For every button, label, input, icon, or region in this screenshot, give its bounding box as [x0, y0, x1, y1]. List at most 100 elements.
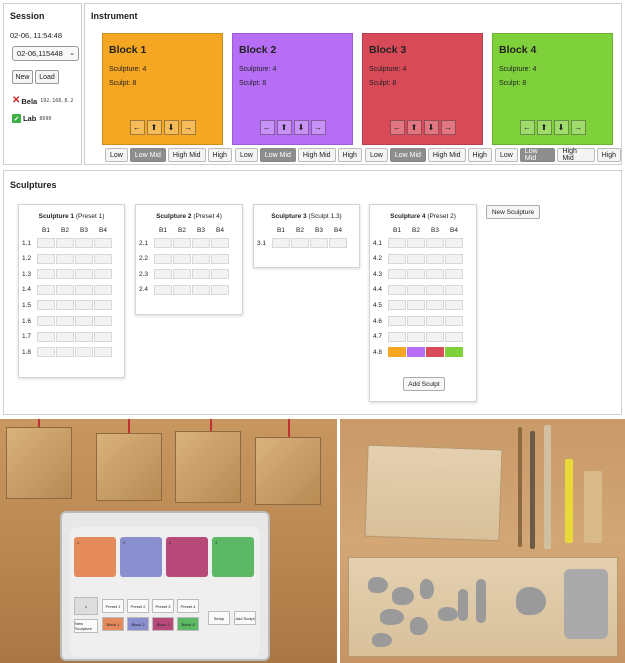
sculpt-cell[interactable]: [426, 284, 444, 295]
level-low-button[interactable]: Low: [105, 148, 128, 162]
arrow-left-icon[interactable]: ←: [389, 120, 405, 135]
sculpt-cell[interactable]: [94, 253, 112, 264]
sculpt-cell[interactable]: [426, 331, 444, 342]
arrow-right-icon[interactable]: →: [570, 120, 586, 135]
sculpt-cell[interactable]: [94, 238, 112, 248]
sculpt-cell[interactable]: [154, 253, 172, 264]
sculpt-cell[interactable]: [56, 269, 74, 280]
level-high-mid-button[interactable]: High Mid: [297, 148, 336, 162]
arrow-left-icon[interactable]: ←: [519, 120, 535, 135]
load-session-button[interactable]: Load: [35, 70, 59, 84]
sculpt-cell[interactable]: [154, 238, 172, 248]
sculpt-cell[interactable]: [426, 316, 444, 326]
session-select[interactable]: 02-06,115448 ⌄: [12, 46, 79, 61]
sculpt-cell[interactable]: [154, 269, 172, 280]
sculpt-cell[interactable]: [426, 253, 444, 264]
sculpt-cell[interactable]: [272, 238, 290, 248]
sculpt-cell[interactable]: [445, 331, 463, 342]
sculpt-cell[interactable]: [445, 238, 463, 248]
level-high-mid-button[interactable]: High Mid: [167, 148, 206, 162]
sculpt-cell[interactable]: [407, 238, 425, 248]
sculpt-cell[interactable]: [37, 238, 55, 248]
sculpt-cell[interactable]: [56, 284, 74, 295]
sculpt-cell[interactable]: [37, 300, 55, 311]
arrow-up-icon[interactable]: ⬆: [536, 120, 552, 135]
sculpt-cell[interactable]: [173, 269, 191, 280]
arrow-right-icon[interactable]: →: [180, 120, 196, 135]
level-low-button[interactable]: Low: [235, 148, 258, 162]
sculpt-cell[interactable]: [173, 238, 191, 248]
level-high-mid-button[interactable]: High Mid: [427, 148, 466, 162]
sculpt-cell[interactable]: [445, 284, 463, 295]
sculpt-cell[interactable]: [56, 300, 74, 311]
sculpt-cell[interactable]: [445, 269, 463, 280]
new-session-button[interactable]: New: [12, 70, 33, 84]
arrow-up-icon[interactable]: ⬆: [406, 120, 422, 135]
sculpt-cell[interactable]: [426, 347, 444, 358]
level-low-mid-button[interactable]: Low Mid: [129, 148, 166, 162]
sculpt-cell[interactable]: [56, 347, 74, 358]
sculpt-cell[interactable]: [56, 253, 74, 264]
sculpt-cell[interactable]: [37, 331, 55, 342]
sculpt-cell[interactable]: [211, 238, 229, 248]
sculpt-cell[interactable]: [426, 300, 444, 311]
sculpt-cell[interactable]: [192, 238, 210, 248]
sculpt-cell[interactable]: [75, 284, 93, 295]
arrow-up-icon[interactable]: ⬆: [276, 120, 292, 135]
level-low-button[interactable]: Low: [365, 148, 388, 162]
arrow-left-icon[interactable]: ←: [259, 120, 275, 135]
sculpt-cell[interactable]: [56, 316, 74, 326]
new-sculpture-button[interactable]: New Sculpture: [486, 205, 540, 219]
sculpt-cell[interactable]: [407, 269, 425, 280]
sculpt-cell[interactable]: [75, 300, 93, 311]
sculpt-cell[interactable]: [388, 269, 406, 280]
sculpt-cell[interactable]: [173, 253, 191, 264]
sculpt-cell[interactable]: [388, 284, 406, 295]
sculpt-cell[interactable]: [445, 253, 463, 264]
sculpt-cell[interactable]: [75, 269, 93, 280]
sculpt-cell[interactable]: [56, 331, 74, 342]
sculpt-cell[interactable]: [75, 331, 93, 342]
sculpt-cell[interactable]: [445, 300, 463, 311]
arrow-down-icon[interactable]: ⬇: [553, 120, 569, 135]
sculpt-cell[interactable]: [56, 238, 74, 248]
sculpt-cell[interactable]: [445, 347, 463, 358]
sculpt-cell[interactable]: [94, 269, 112, 280]
sculpt-cell[interactable]: [192, 284, 210, 295]
sculpt-cell[interactable]: [94, 331, 112, 342]
sculpt-cell[interactable]: [37, 316, 55, 326]
sculpt-cell[interactable]: [37, 284, 55, 295]
sculpt-cell[interactable]: [388, 331, 406, 342]
level-high-mid-button[interactable]: High Mid: [557, 148, 595, 162]
sculpt-cell[interactable]: [37, 269, 55, 280]
arrow-right-icon[interactable]: →: [310, 120, 326, 135]
arrow-down-icon[interactable]: ⬇: [293, 120, 309, 135]
sculpt-cell[interactable]: [211, 253, 229, 264]
sculpt-cell[interactable]: [407, 284, 425, 295]
level-high-button[interactable]: High: [337, 148, 362, 162]
sculpt-cell[interactable]: [173, 284, 191, 295]
sculpt-cell[interactable]: [211, 284, 229, 295]
sculpt-cell[interactable]: [94, 300, 112, 311]
sculpt-cell[interactable]: [407, 331, 425, 342]
sculpt-cell[interactable]: [388, 300, 406, 311]
level-low-mid-button[interactable]: Low Mid: [259, 148, 296, 162]
arrow-down-icon[interactable]: ⬇: [423, 120, 439, 135]
sculpt-cell[interactable]: [426, 238, 444, 248]
sculpt-cell[interactable]: [94, 316, 112, 326]
sculpt-cell[interactable]: [75, 238, 93, 248]
sculpt-cell[interactable]: [94, 347, 112, 358]
sculpt-cell[interactable]: [388, 316, 406, 326]
sculpt-cell[interactable]: [388, 253, 406, 264]
sculpt-cell[interactable]: [75, 347, 93, 358]
arrow-right-icon[interactable]: →: [440, 120, 456, 135]
sculpt-cell[interactable]: [192, 269, 210, 280]
arrow-up-icon[interactable]: ⬆: [146, 120, 162, 135]
sculpt-cell[interactable]: [407, 316, 425, 326]
sculpt-cell[interactable]: [75, 316, 93, 326]
sculpt-cell[interactable]: [192, 253, 210, 264]
add-sculpt-button[interactable]: Add Sculpt: [403, 377, 445, 391]
sculpt-cell[interactable]: [37, 347, 55, 358]
sculpt-cell[interactable]: [407, 347, 425, 358]
sculpt-cell[interactable]: [154, 284, 172, 295]
